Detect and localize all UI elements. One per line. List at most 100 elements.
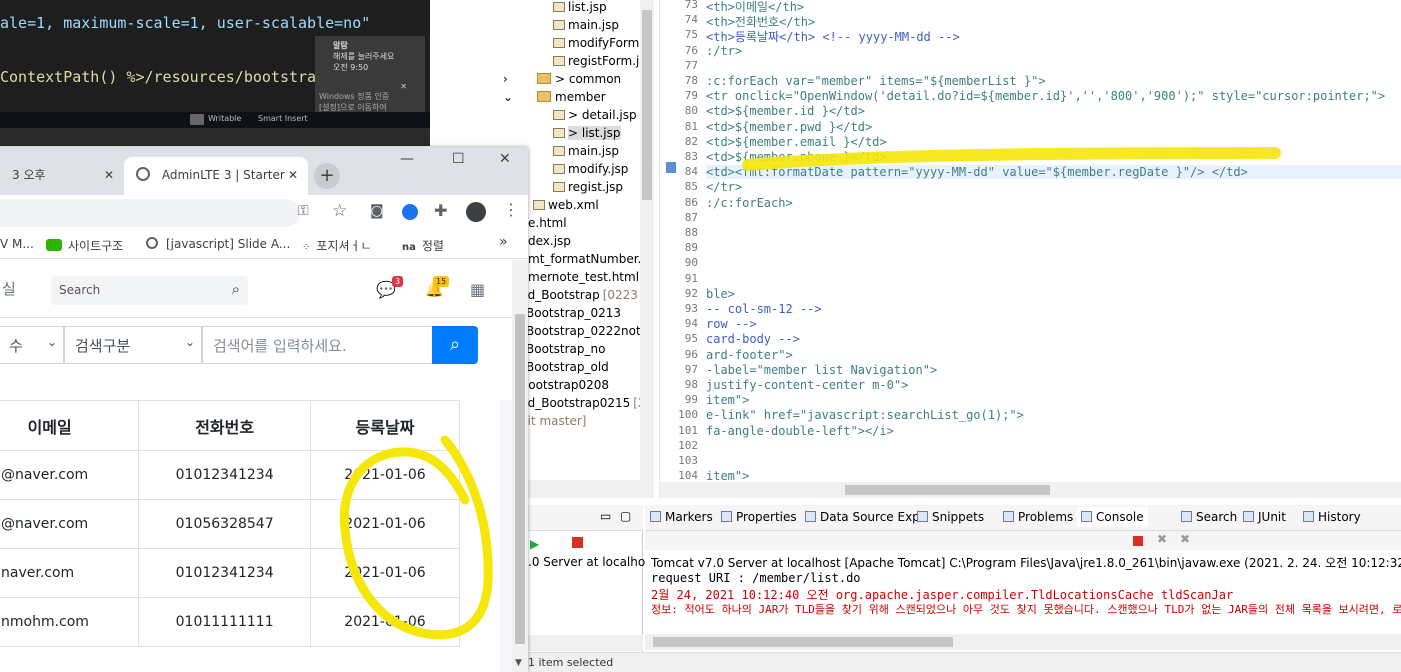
navbar-search[interactable]: Search ⌕ [51, 276, 248, 305]
code-line[interactable]: <td>${member.pwd }</td> [706, 120, 872, 134]
apps-grid-icon[interactable]: ▦ [470, 280, 485, 299]
code-line[interactable]: ble> [706, 287, 735, 301]
code-line[interactable]: <td>${member.id }</td> [706, 104, 865, 118]
close-icon[interactable]: ✕ [104, 157, 114, 193]
tree-item[interactable]: member [537, 88, 606, 106]
search-type-select[interactable]: 검색구분 ⌄ [64, 326, 202, 364]
editor-hscrollbar[interactable] [660, 482, 1401, 498]
tree-item[interactable]: _Bootstrap_no [520, 340, 605, 358]
tree-item[interactable]: git master] [520, 412, 586, 430]
bookmark-item[interactable]: V M... [0, 237, 34, 251]
puzzle-icon[interactable]: ✚ [434, 201, 447, 220]
scrollbar-thumb[interactable] [642, 10, 652, 200]
camera-icon[interactable]: ◙ [370, 203, 384, 219]
extension-icon[interactable] [402, 204, 418, 220]
servers-hscrollbar[interactable] [528, 635, 643, 651]
tree-item[interactable]: modify.jsp [553, 160, 628, 178]
scroll-down-arrow[interactable]: ▼ [515, 658, 522, 668]
code-line[interactable]: fa-angle-double-left"></i> [706, 424, 894, 438]
code-line[interactable]: card-body --> [706, 332, 800, 346]
code-line[interactable]: <th>등록날짜</th> <!-- yyyy-MM-dd --> [706, 28, 960, 45]
console-hscrollbar[interactable] [645, 634, 1401, 650]
bookmark-star-icon[interactable]: ☆ [332, 201, 347, 221]
tree-item[interactable]: Bootstrap0208 [520, 376, 609, 394]
tab-data-source-expl[interactable]: Data Source Expl [805, 510, 923, 524]
tree-item[interactable]: _Bootstrap_old [520, 358, 609, 376]
tree-item[interactable]: dex.jsp [528, 232, 571, 250]
tree-item[interactable]: nd_Bootstrap [0223 [520, 286, 638, 304]
close-icon[interactable]: ✕ [288, 157, 298, 193]
maximize-button[interactable]: ☐ [452, 151, 465, 167]
page-scrollbar[interactable]: ▼ [512, 260, 528, 672]
close-icon[interactable]: ✕ [400, 82, 407, 91]
tab-junit[interactable]: JUnit [1243, 510, 1286, 524]
profile-avatar[interactable] [466, 202, 486, 222]
code-line[interactable]: :c:forEach var="member" items="${memberL… [706, 74, 1046, 88]
bookmark-item[interactable]: na 정렬 [402, 237, 444, 254]
code-line[interactable]: justify-content-center m-0"> [706, 378, 908, 392]
tree-scrollbar[interactable] [640, 0, 654, 498]
tree-item[interactable]: registForm.jsp [553, 52, 640, 70]
tree-item[interactable]: modifyForm.jsp [553, 34, 640, 52]
tree-item[interactable]: nd_Bootstrap0215[2 [520, 394, 640, 412]
tab-inactive[interactable]: 3 오후 ✕ [0, 157, 124, 195]
tree-item[interactable]: _Bootstrap_0213 [520, 304, 621, 322]
code-line[interactable]: -label="member list Navigation"> [706, 363, 937, 377]
code-line[interactable]: row --> [706, 317, 757, 331]
code-line[interactable]: e-link" href="javascript:searchList_go(1… [706, 408, 1024, 422]
tab-history[interactable]: History [1303, 510, 1361, 524]
tab-markers[interactable]: Markers [650, 510, 713, 524]
minimize-button[interactable]: — [400, 151, 414, 167]
tab-problems[interactable]: Problems [1003, 510, 1073, 524]
key-icon[interactable]: ⚿ [298, 203, 309, 219]
per-page-select[interactable]: 수 ⌄ [0, 326, 64, 364]
search-icon[interactable]: ⌕ [232, 280, 240, 298]
search-button[interactable]: ⌕ [432, 326, 478, 364]
tab-properties[interactable]: Properties [721, 510, 797, 524]
tree-item[interactable]: mt_formatNumber.js [528, 250, 640, 268]
tree-item[interactable]: > detail.jsp [553, 106, 637, 124]
new-tab-button[interactable]: + [314, 163, 340, 189]
bookmark-item[interactable]: [javascript] Slide A... [146, 237, 290, 251]
tree-item[interactable]: main.jsp [553, 142, 619, 160]
stop-server-icon[interactable] [572, 537, 583, 548]
code-line[interactable]: :/tr> [706, 44, 742, 58]
code-line[interactable]: item"> [706, 393, 749, 407]
code-line[interactable]: ard-footer"> [706, 348, 793, 362]
more-bookmarks-icon[interactable]: » [499, 234, 508, 250]
tree-item[interactable]: > list.jsp [553, 124, 621, 142]
tree-item[interactable]: web.xml [533, 196, 599, 214]
maximize-icon[interactable]: ▢ [620, 509, 631, 523]
notification-toast[interactable]: 알람 해제를 눌러주세요 오전 9:50 Windows 정품 인증 [설정]으… [315, 36, 425, 123]
code-line[interactable]: </tr> [706, 180, 742, 194]
tree-item[interactable]: _Bootstrap_0222not [520, 322, 640, 340]
remove-all-icon[interactable]: ✖ [1180, 532, 1190, 546]
scrollbar-thumb[interactable] [845, 485, 1050, 495]
keyword-input[interactable]: 검색어를 입력하세요. [202, 326, 433, 364]
terminate-icon[interactable] [1133, 536, 1143, 546]
tree-item[interactable]: e.html [528, 214, 567, 232]
tab-search[interactable]: Search [1181, 510, 1237, 524]
scrollbar-thumb[interactable] [653, 637, 953, 647]
tree-item[interactable]: list.jsp [553, 0, 607, 16]
start-server-icon[interactable]: ▶ [530, 537, 539, 551]
scrollbar-thumb[interactable] [515, 314, 525, 644]
server-entry[interactable]: .0 Server at localhos [528, 555, 651, 569]
code-line[interactable]: -- col-sm-12 --> [706, 302, 822, 316]
minimize-icon[interactable]: ▭ [600, 509, 611, 523]
address-bar[interactable] [0, 199, 300, 227]
collapse-arrow-icon[interactable]: ⌄ [503, 88, 513, 106]
bookmark-item[interactable]: 사이트구조 [46, 237, 123, 254]
tab-console[interactable]: Console [1077, 507, 1148, 527]
tree-item[interactable]: regist.jsp [553, 178, 623, 196]
tree-item[interactable]: > common [537, 70, 621, 88]
remove-launch-icon[interactable]: ✖ [1157, 532, 1167, 546]
expand-arrow-icon[interactable]: › [503, 70, 508, 88]
close-window-button[interactable]: ✕ [499, 151, 511, 167]
tree-item[interactable]: main.jsp [553, 16, 619, 34]
tree-item[interactable]: mernote_test.html [528, 268, 639, 286]
tab-active[interactable]: AdminLTE 3 | Starter ✕ [124, 157, 308, 195]
nav-link[interactable]: 실 [2, 278, 16, 299]
tab-snippets[interactable]: Snippets [917, 510, 984, 524]
menu-kebab-icon[interactable]: ⋮ [503, 200, 519, 219]
